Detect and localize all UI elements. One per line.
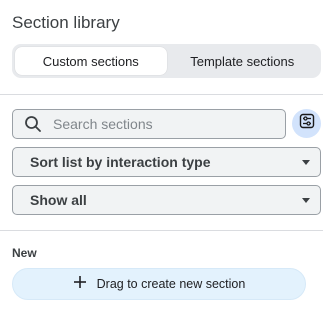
sort-select-label: Sort list by interaction type [30, 154, 211, 170]
search-icon [13, 110, 53, 138]
divider [0, 230, 323, 231]
create-section-label: Drag to create new section [96, 277, 246, 291]
divider [0, 94, 323, 95]
section-type-tabs: Custom sections Template sections [12, 44, 321, 78]
tab-template-sections[interactable]: Template sections [167, 47, 319, 75]
show-select-label: Show all [30, 192, 87, 208]
search-box[interactable] [12, 109, 286, 139]
plus-icon [73, 275, 87, 294]
panel-title: Section library [12, 13, 120, 32]
drag-create-section-button[interactable]: Drag to create new section [12, 268, 306, 300]
filter-settings-icon [299, 113, 315, 134]
tab-custom-sections[interactable]: Custom sections [15, 47, 167, 75]
chevron-down-icon [302, 159, 310, 165]
sort-by-interaction-select[interactable]: Sort list by interaction type [12, 147, 321, 177]
search-input[interactable] [53, 111, 273, 137]
new-section-heading: New [12, 246, 37, 260]
chevron-down-icon [302, 197, 310, 203]
show-filter-select[interactable]: Show all [12, 185, 321, 215]
filter-settings-button[interactable] [292, 109, 321, 138]
